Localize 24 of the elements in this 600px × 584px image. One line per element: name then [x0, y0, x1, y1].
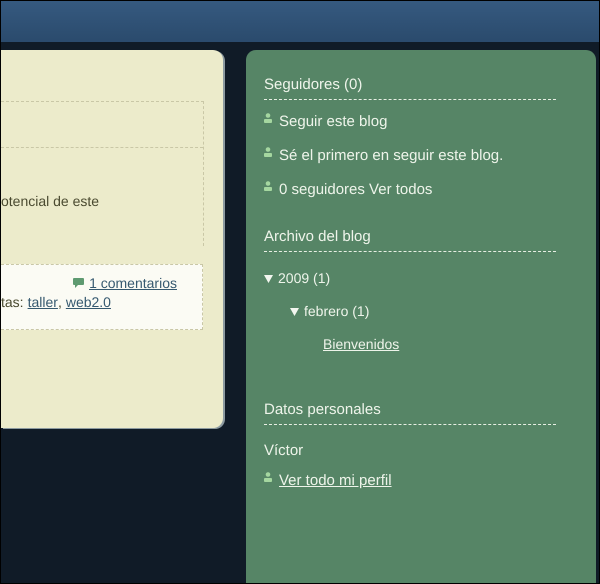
widget-title: Datos personales [264, 401, 556, 425]
label-link[interactable]: web2.0 [66, 294, 111, 310]
profile-name: Víctor [264, 441, 304, 461]
collapse-triangle-icon[interactable] [290, 307, 299, 316]
post-link[interactable]: Bienvenidos [316, 328, 400, 361]
widget-title: Archivo del blog [264, 228, 556, 252]
follower-text: Sé el primero en seguir este blog. [279, 146, 504, 166]
comments-link[interactable]: 1 comentarios [89, 275, 177, 291]
person-icon [264, 181, 272, 191]
profile-link[interactable]: Ver todo mi perfil [279, 469, 392, 493]
labels-caption: tas: [1, 294, 24, 310]
separator-text: , [58, 294, 62, 310]
person-icon [264, 147, 272, 157]
archive-item[interactable]: 2009 (1) [278, 262, 330, 295]
archive-item[interactable]: febrero (1) [304, 295, 370, 328]
label-link[interactable]: taller [28, 294, 58, 310]
widget-title: Seguidores (0) [264, 76, 556, 100]
person-icon [264, 113, 272, 123]
post-text: otencial de este [1, 193, 100, 209]
comment-icon [73, 278, 84, 288]
follower-text: 0 seguidores Ver todos [279, 180, 434, 200]
person-icon [264, 472, 272, 482]
collapse-triangle-icon[interactable] [264, 274, 273, 283]
follower-text: Seguir este blog [279, 112, 388, 132]
